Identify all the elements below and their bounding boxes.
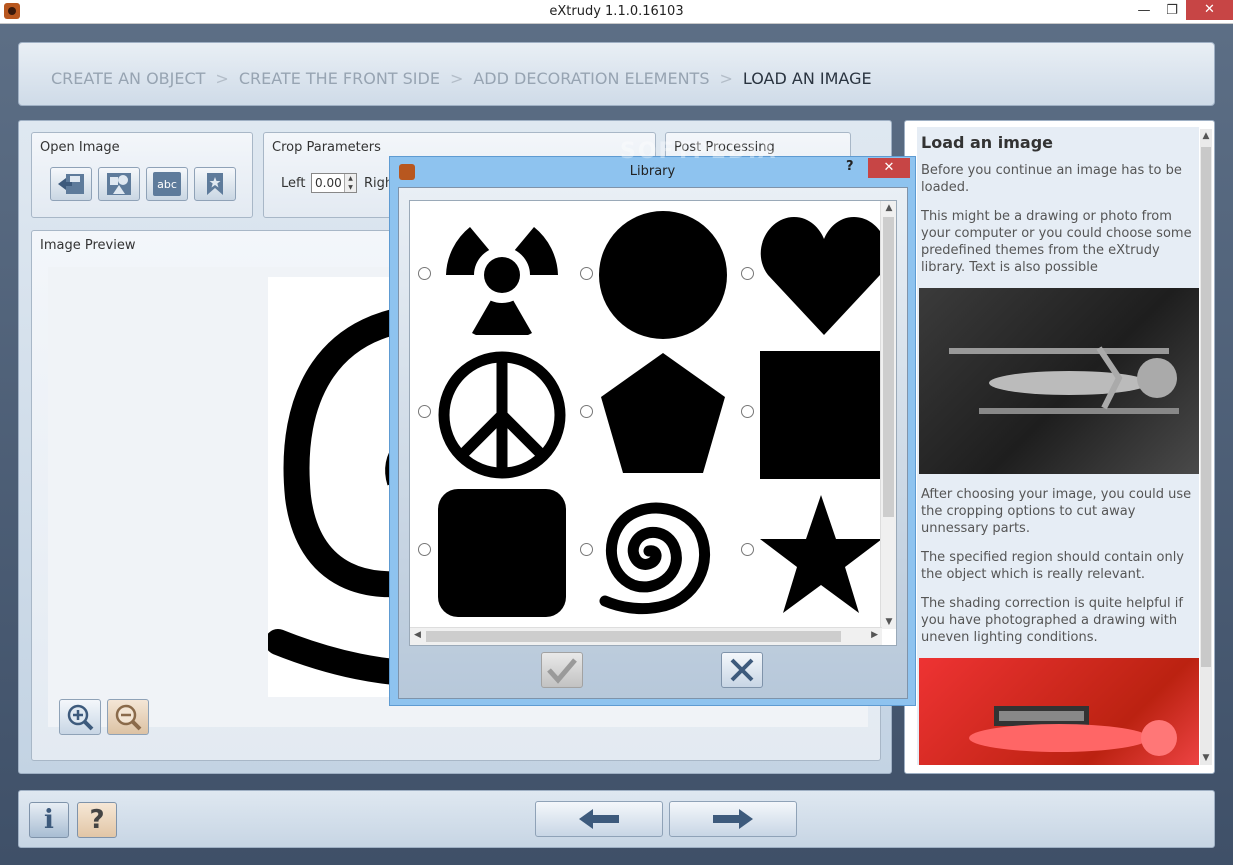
- circle-icon: [599, 211, 727, 339]
- shape-radio[interactable]: [741, 543, 754, 556]
- scroll-thumb[interactable]: [1201, 147, 1211, 667]
- shapes-library-icon: [107, 173, 131, 195]
- breadcrumb-separator: >: [449, 69, 464, 88]
- close-x-icon: [730, 658, 754, 682]
- library-title: Library: [629, 164, 676, 179]
- square-icon: [760, 351, 882, 479]
- breadcrumb-step-decoration[interactable]: ADD DECORATION ELEMENTS: [473, 69, 709, 88]
- shapes-library-button[interactable]: [98, 167, 140, 201]
- heart-icon: [760, 215, 882, 335]
- library-body: ▲ ▼ ◀ ▶: [398, 187, 908, 699]
- stepper-arrows-icon[interactable]: ▲ ▼: [344, 174, 356, 192]
- breadcrumb: CREATE AN OBJECT > CREATE THE FRONT SIDE…: [51, 69, 872, 88]
- crop-left-value: 0.00: [315, 176, 342, 190]
- star-icon: [760, 493, 882, 615]
- arrow-left-icon: [579, 809, 619, 829]
- dialog-help-button[interactable]: ?: [846, 159, 854, 174]
- help-button[interactable]: ?: [77, 802, 117, 838]
- help-photo-red-relief: [919, 658, 1199, 765]
- crop-parameters-title: Crop Parameters: [272, 140, 381, 155]
- window-title: eXtrudy 1.1.0.16103: [549, 4, 684, 19]
- scroll-right-icon[interactable]: ▶: [871, 630, 878, 640]
- scroll-up-icon[interactable]: ▲: [881, 203, 896, 213]
- back-button[interactable]: [535, 801, 663, 837]
- bookmark-icon: [207, 173, 223, 195]
- open-file-button[interactable]: [50, 167, 92, 201]
- minimize-button[interactable]: —: [1130, 0, 1158, 22]
- gallery-vertical-scrollbar[interactable]: ▲ ▼: [880, 201, 896, 629]
- scroll-thumb[interactable]: [426, 631, 841, 642]
- breadcrumb-step-front-side[interactable]: CREATE THE FRONT SIDE: [239, 69, 440, 88]
- open-image-title: Open Image: [40, 140, 120, 155]
- help-paragraph: The specified region should contain only…: [921, 550, 1184, 582]
- help-scrollbar[interactable]: ▲ ▼: [1200, 129, 1212, 765]
- checkmark-icon: [547, 658, 577, 684]
- breadcrumb-separator: >: [215, 69, 229, 88]
- crop-left-label: Left: [281, 176, 306, 191]
- cancel-button[interactable]: [721, 652, 763, 688]
- watermark: SOFTPEDIA: [620, 139, 778, 164]
- spiral-icon: [599, 489, 711, 617]
- gallery-horizontal-scrollbar[interactable]: ◀ ▶: [410, 627, 882, 645]
- zoom-in-icon: [67, 704, 94, 731]
- scroll-down-icon[interactable]: ▼: [1200, 753, 1212, 763]
- image-preview-title: Image Preview: [40, 238, 136, 253]
- rounded-square-icon: [438, 489, 566, 617]
- maximize-button[interactable]: ❐: [1158, 0, 1186, 22]
- zoom-out-icon: [115, 704, 142, 731]
- close-button[interactable]: ✕: [1186, 0, 1233, 20]
- text-abc-icon: abc: [153, 172, 181, 196]
- open-file-icon: [58, 174, 84, 194]
- title-bar: eXtrudy 1.1.0.16103 — ❐ ✕: [0, 0, 1233, 24]
- radiation-icon: [438, 215, 566, 335]
- breadcrumb-step-load-image: LOAD AN IMAGE: [742, 69, 872, 88]
- shape-radio[interactable]: [418, 405, 431, 418]
- help-content: Load an image Before you continue an ima…: [917, 127, 1199, 765]
- help-paragraph: After choosing your image, you could use…: [921, 487, 1192, 536]
- shape-radio[interactable]: [741, 405, 754, 418]
- help-photo-stone-relief: [919, 288, 1199, 474]
- scroll-left-icon[interactable]: ◀: [414, 630, 421, 640]
- shape-radio[interactable]: [418, 543, 431, 556]
- scroll-down-icon[interactable]: ▼: [881, 617, 896, 627]
- breadcrumb-bar: CREATE AN OBJECT > CREATE THE FRONT SIDE…: [18, 42, 1215, 106]
- help-panel: Load an image Before you continue an ima…: [904, 120, 1215, 774]
- peace-icon: [438, 351, 566, 479]
- scroll-thumb[interactable]: [883, 217, 894, 517]
- shape-radio[interactable]: [418, 267, 431, 280]
- shape-radio[interactable]: [580, 267, 593, 280]
- library-dialog: SOFTPEDIA Library ? ✕ ▲ ▼ ◀ ▶: [389, 139, 916, 706]
- arrow-right-icon: [713, 809, 753, 829]
- help-paragraph: Before you continue an image has to be l…: [921, 163, 1182, 195]
- scroll-up-icon[interactable]: ▲: [1200, 131, 1212, 141]
- shape-gallery: ▲ ▼ ◀ ▶: [409, 200, 897, 646]
- next-button[interactable]: [669, 801, 797, 837]
- help-paragraph: This might be a drawing or photo from yo…: [921, 209, 1192, 275]
- crop-left-stepper[interactable]: 0.00 ▲ ▼: [311, 173, 357, 193]
- bookmark-button[interactable]: [194, 167, 236, 201]
- dialog-close-button[interactable]: ✕: [868, 158, 910, 178]
- shape-radio[interactable]: [580, 405, 593, 418]
- zoom-out-button[interactable]: [107, 699, 149, 735]
- add-text-button[interactable]: abc: [146, 167, 188, 201]
- info-button[interactable]: i: [29, 802, 69, 838]
- bottom-bar: i ?: [18, 790, 1215, 848]
- help-paragraph: The shading correction is quite helpful …: [921, 596, 1183, 645]
- zoom-in-button[interactable]: [59, 699, 101, 735]
- breadcrumb-separator: >: [719, 69, 733, 88]
- breadcrumb-step-create-object[interactable]: CREATE AN OBJECT: [51, 69, 205, 88]
- help-heading: Load an image: [921, 133, 1054, 152]
- shape-radio[interactable]: [741, 267, 754, 280]
- confirm-button[interactable]: [541, 652, 583, 688]
- open-image-group: Open Image abc: [31, 132, 253, 218]
- shape-radio[interactable]: [580, 543, 593, 556]
- pentagon-icon: [599, 351, 727, 475]
